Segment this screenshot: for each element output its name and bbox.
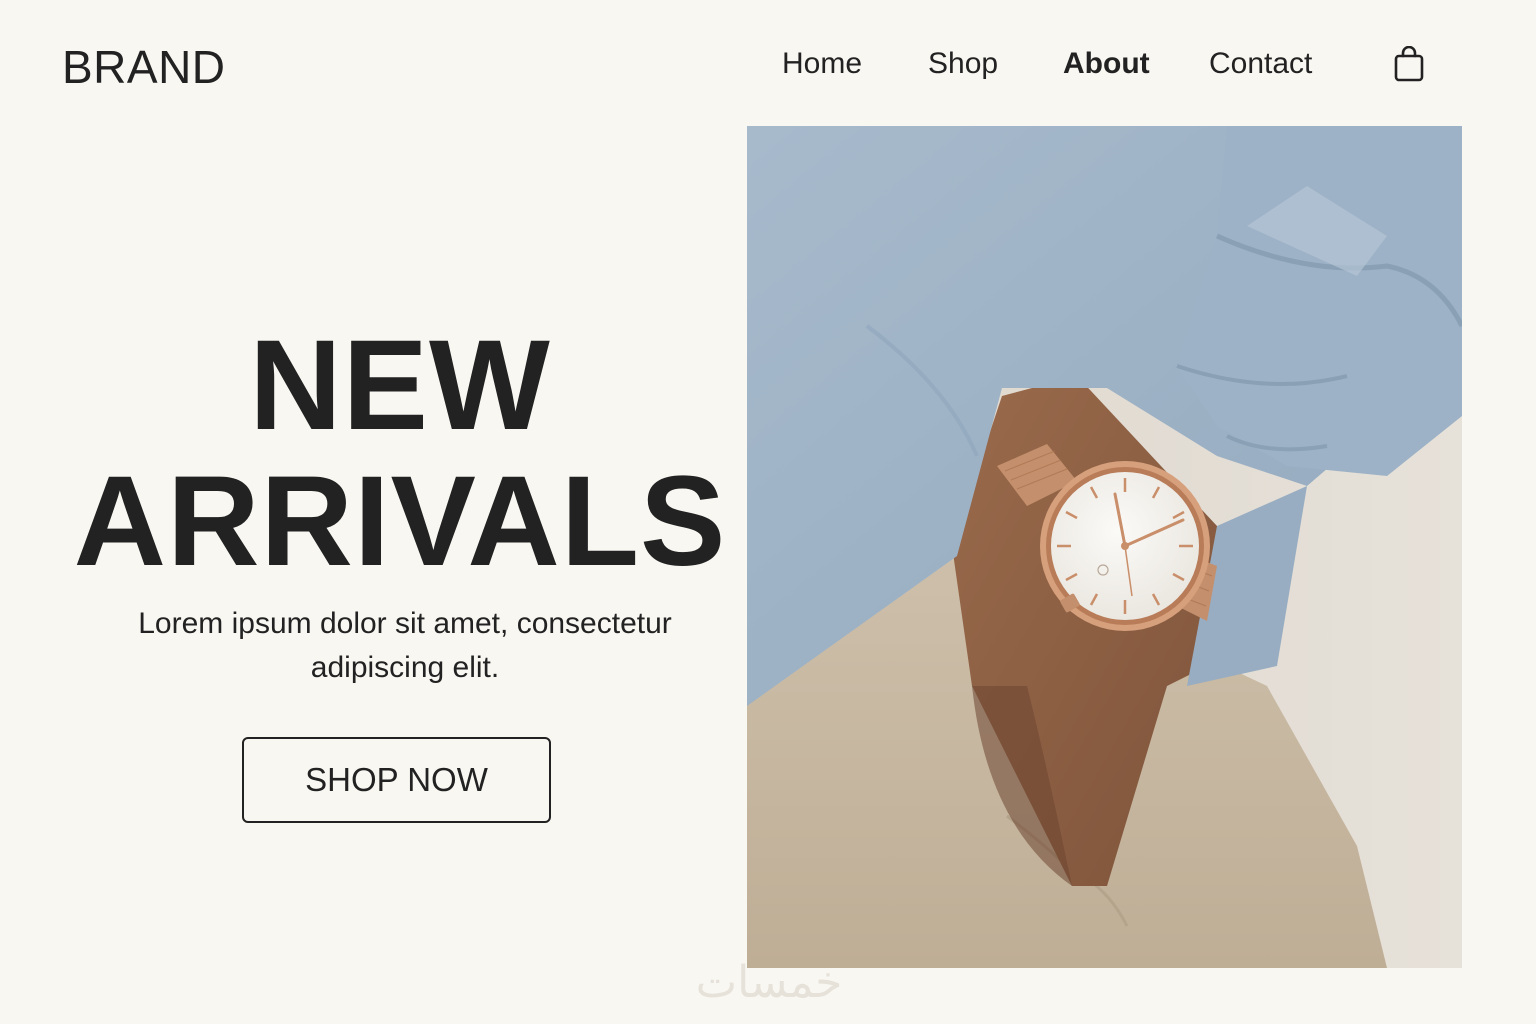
nav-item-about[interactable]: About [1063,44,1150,84]
watch-wrist-illustration [747,126,1462,968]
hero-subtitle-line-2: adipiscing elit. [310,651,500,684]
hero-title-line-2: ARRIVALS [73,450,727,593]
main-nav: Home Shop About Contact [0,44,1536,84]
hero-subtitle: Lorem ipsum dolor sit amet, consectetur … [90,602,720,690]
hero-subtitle-line-1: Lorem ipsum dolor sit amet, consectetur [138,607,672,640]
shopping-bag-icon[interactable] [1392,45,1426,84]
hero-title-line-1: NEW [249,314,551,457]
hero-title: NEW ARRIVALS [70,318,730,590]
shop-now-button[interactable]: SHOP NOW [242,737,551,823]
hero-watch-photo [747,126,1462,968]
nav-item-contact[interactable]: Contact [1209,44,1312,84]
watermark: خمسات [695,957,843,1008]
landing-page: BRAND Home Shop About Contact NEW ARRIVA… [0,0,1536,1024]
nav-item-shop[interactable]: Shop [928,44,998,84]
nav-item-home[interactable]: Home [782,44,862,84]
